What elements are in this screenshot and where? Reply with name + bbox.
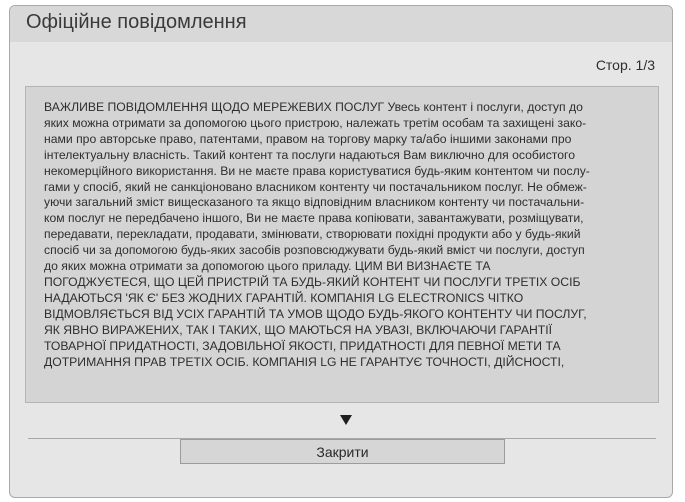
official-notice-dialog: Офіційне повідомлення Стор. 1/3 ВАЖЛИВЕ … [9, 5, 673, 498]
close-button[interactable]: Закрити [180, 439, 505, 464]
dialog-title: Офіційне повідомлення [26, 11, 247, 33]
notice-content-box[interactable]: ВАЖЛИВЕ ПОВІДОМЛЕННЯ ЩОДО МЕРЕЖЕВИХ ПОСЛ… [25, 86, 659, 403]
page-indicator: Стор. 1/3 [595, 57, 655, 73]
dialog-title-bar: Офіційне повідомлення [10, 6, 672, 42]
notice-text: ВАЖЛИВЕ ПОВІДОМЛЕННЯ ЩОДО МЕРЕЖЕВИХ ПОСЛ… [44, 100, 590, 369]
scroll-down-icon[interactable] [340, 415, 352, 425]
